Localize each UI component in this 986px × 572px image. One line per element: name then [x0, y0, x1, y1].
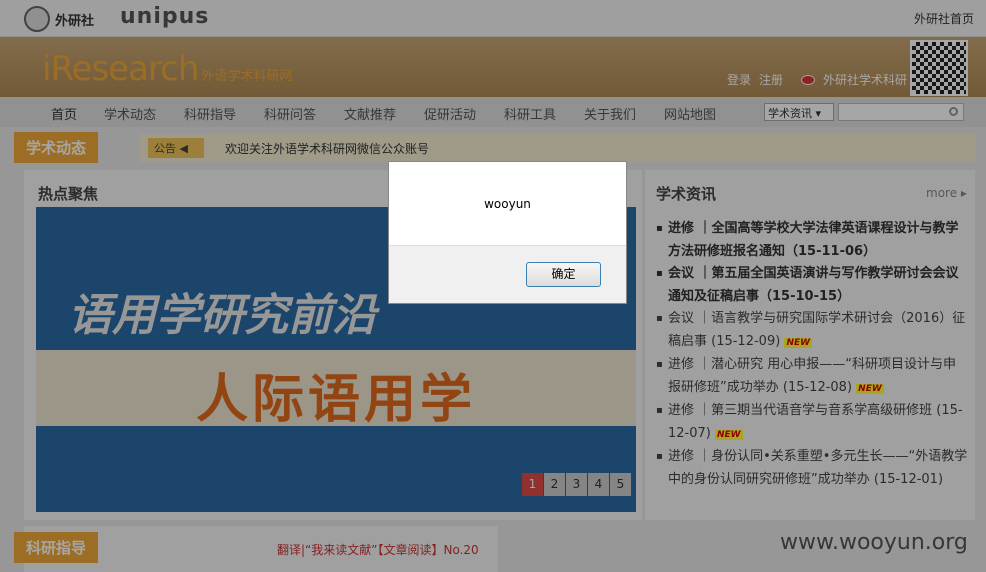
ok-button[interactable]: 确定 — [526, 262, 601, 287]
alert-dialog: wooyun 确定 — [388, 161, 627, 304]
alert-message: wooyun — [484, 196, 531, 211]
alert-footer: 确定 — [389, 245, 626, 303]
